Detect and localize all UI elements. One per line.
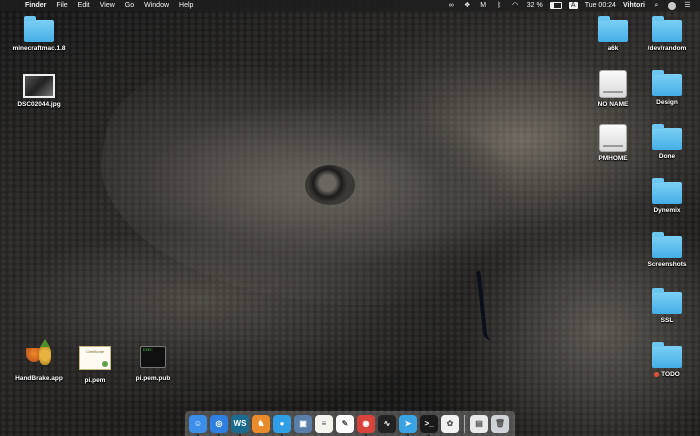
menubar-clock[interactable]: Tue 00:24	[585, 2, 616, 9]
menu-help[interactable]: Help	[179, 2, 193, 9]
textedit-icon[interactable]: ✎	[336, 414, 354, 433]
menu-file[interactable]: File	[56, 2, 67, 9]
input-source-indicator[interactable]: A	[568, 2, 578, 9]
transmit-icon[interactable]: ♞	[252, 414, 270, 433]
folder-icon	[598, 16, 628, 42]
folder-icon	[652, 16, 682, 42]
desktop-item-label: Design	[656, 99, 678, 106]
apple-menu-icon[interactable]	[6, 2, 15, 9]
desktop-item-label: a6k	[607, 45, 619, 52]
maps-pin-icon[interactable]: ●	[273, 414, 291, 436]
spotlight-search-icon[interactable]: ⌕	[652, 2, 661, 9]
battery-percent[interactable]: 32 %	[527, 2, 543, 9]
certificate-icon: Certificate	[79, 346, 111, 370]
menu-go[interactable]: Go	[125, 2, 134, 9]
desktop-item-ssl[interactable]: SSL	[632, 288, 700, 324]
desktop-item-done[interactable]: Done	[632, 124, 700, 160]
desktop-item-label: Screenshots	[647, 261, 687, 268]
notes-icon[interactable]: ≡	[315, 414, 333, 433]
menu-edit[interactable]: Edit	[78, 2, 90, 9]
desktop-item-label: DSC02044.jpg	[17, 101, 61, 108]
running-indicator	[428, 433, 430, 436]
desktop-item-minecraftmac[interactable]: minecraftmac.1.8	[4, 16, 74, 52]
dock: ☺ ◎ WS ♞ ● ▣ ≡ ✎ ◉ ∿ ➤ >_ ✿ ▤ 🗑	[185, 411, 515, 436]
running-indicator	[239, 433, 241, 436]
chrome-icon[interactable]: ◉	[357, 414, 375, 436]
desktop-item-dev-random[interactable]: /dev/random	[632, 16, 700, 52]
trash-icon[interactable]: 🗑	[491, 414, 509, 433]
desktop-item-label: minecraftmac.1.8	[12, 45, 66, 52]
desktop-item-pi-pem-pub[interactable]: EXEC pi.pem.pub	[118, 346, 188, 382]
desktop-item-label: Done	[658, 153, 676, 160]
desktop-item-todo[interactable]: TODO	[632, 342, 700, 378]
desktop-item-label: Dynemix	[653, 207, 681, 214]
folder-icon	[652, 178, 682, 204]
finder-icon[interactable]: ☺	[189, 414, 207, 436]
menu-window[interactable]: Window	[144, 2, 169, 9]
desktop-item-dsc02044[interactable]: DSC02044.jpg	[4, 74, 74, 108]
terminal-icon[interactable]: >_	[420, 414, 438, 436]
wifi-icon[interactable]: ◠	[511, 2, 520, 9]
desktop-item-label: PMHOME	[598, 155, 628, 162]
running-indicator	[281, 433, 283, 436]
app-menu-finder[interactable]: Finder	[25, 2, 46, 9]
desktop-item-label: pi.pem.pub	[135, 375, 171, 382]
safari-icon[interactable]: ◎	[210, 414, 228, 436]
running-indicator	[407, 433, 409, 436]
preview-icon[interactable]: ▣	[294, 414, 312, 433]
menubar-user[interactable]: Vihtori	[623, 2, 645, 9]
menu-view[interactable]: View	[100, 2, 115, 9]
desktop-item-label: SSL	[660, 317, 674, 324]
desktop-item-label: /dev/random	[647, 45, 687, 52]
red-tag-icon	[654, 371, 660, 377]
document-stack-icon[interactable]: ▤	[470, 414, 488, 433]
desktop-item-label: TODO	[654, 371, 680, 378]
battery-icon[interactable]	[549, 2, 562, 9]
desktop-item-label: HandBrake.app	[15, 375, 63, 382]
notification-center-icon[interactable]: ☰	[683, 2, 692, 9]
desktop-item-label: NO NAME	[597, 101, 629, 108]
folder-icon	[24, 16, 54, 42]
folder-icon	[652, 124, 682, 150]
folder-icon	[652, 288, 682, 314]
telegram-icon[interactable]: ➤	[399, 414, 417, 436]
photos-icon[interactable]: ✿	[441, 414, 459, 433]
wallpaper-snake-eye	[305, 165, 355, 205]
siri-icon[interactable]	[668, 1, 676, 10]
handbrake-icon	[24, 339, 54, 372]
malwarebytes-icon[interactable]: M	[479, 2, 488, 9]
bluetooth-icon[interactable]: ᛒ	[495, 2, 504, 9]
running-indicator	[197, 433, 199, 436]
creative-cloud-icon[interactable]: ∞	[447, 2, 456, 9]
folder-icon	[652, 232, 682, 258]
desktop-item-label: pi.pem	[84, 377, 106, 384]
running-indicator	[365, 433, 367, 436]
dock-separator	[464, 414, 465, 433]
dropbox-icon[interactable]: ❖	[463, 2, 472, 9]
running-indicator	[218, 433, 220, 436]
menu-bar: Finder File Edit View Go Window Help ∞ ❖…	[0, 0, 700, 11]
webstorm-icon[interactable]: WS	[231, 414, 249, 436]
desktop-item-design[interactable]: Design	[632, 70, 700, 106]
desktop-item-screenshots[interactable]: Screenshots	[632, 232, 700, 268]
desktop-item-label-text: TODO	[661, 371, 680, 378]
drive-icon	[599, 70, 627, 98]
photo-icon	[23, 74, 55, 98]
desktop-item-dynemix[interactable]: Dynemix	[632, 178, 700, 214]
terminal-document-icon: EXEC	[140, 346, 166, 368]
folder-icon	[652, 70, 682, 96]
drive-icon	[599, 124, 627, 152]
folder-icon	[652, 342, 682, 368]
activity-monitor-icon[interactable]: ∿	[378, 414, 396, 433]
